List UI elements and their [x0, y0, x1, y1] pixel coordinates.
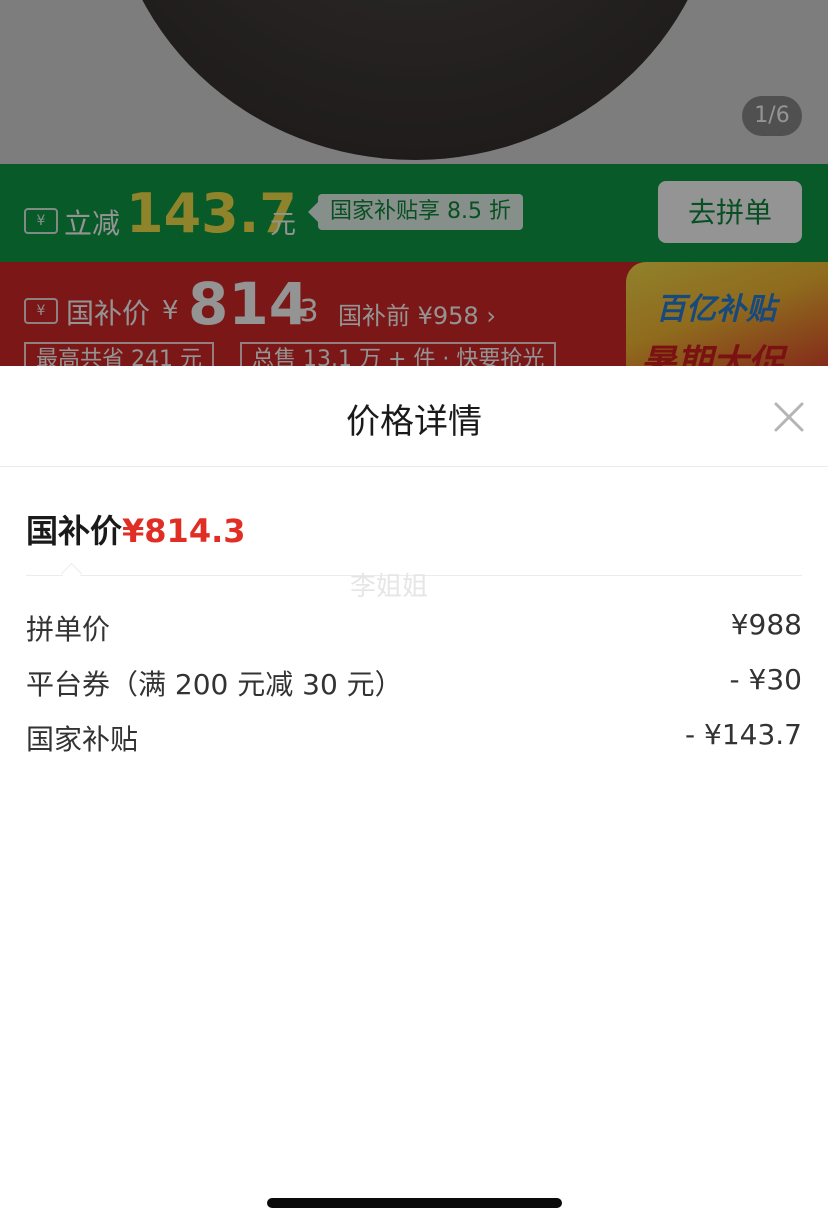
detail-row-platform-coupon: 平台券（满 200 元减 30 元） - ¥30 [26, 663, 802, 703]
sheet-title: 价格详情 [346, 402, 482, 442]
watermark: 李姐姐 [350, 572, 429, 602]
detail-row-group-price: 拼单价 ¥988 [26, 608, 802, 648]
close-icon [774, 402, 804, 432]
detail-row-national-subsidy: 国家补贴 - ¥143.7 [26, 718, 802, 758]
row-value: ¥988 [730, 608, 802, 641]
sheet-header: 价格详情 [0, 366, 828, 467]
close-button[interactable] [772, 400, 806, 434]
divider-notch [60, 562, 83, 585]
price-details-sheet: 价格详情 国补价¥814.3 李姐姐 拼单价 ¥988 平台券（满 200 元减… [0, 366, 828, 1226]
row-label: 拼单价 [26, 613, 111, 646]
price-summary: 国补价¥814.3 [26, 506, 246, 552]
modal-overlay[interactable] [0, 0, 828, 366]
row-label: 国家补贴 [26, 723, 139, 756]
summary-label: 国补价 [26, 512, 123, 550]
row-value: - ¥30 [729, 663, 802, 696]
row-value: - ¥143.7 [685, 718, 802, 751]
row-label: 平台券（满 200 元减 30 元） [26, 668, 403, 701]
summary-price: ¥814.3 [122, 512, 246, 550]
home-indicator[interactable] [267, 1198, 562, 1208]
